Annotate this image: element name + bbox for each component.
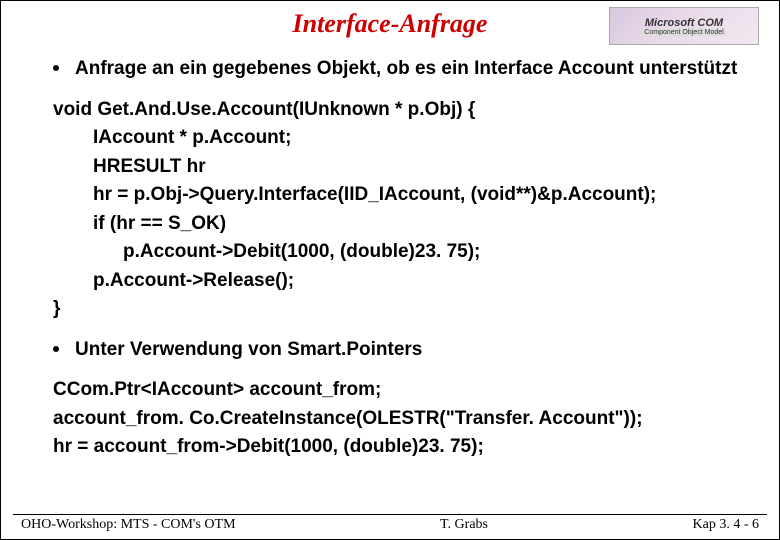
code-line: void Get.And.Use.Account(IUnknown * p.Ob… [53, 96, 749, 125]
code-block-2: CCom.Ptr<IAccount> account_from; account… [31, 376, 749, 462]
slide: Interface-Anfrage Microsoft COM Componen… [1, 1, 779, 539]
bullet-text-1: Anfrage an ein gegebenes Objekt, ob es e… [75, 57, 737, 82]
footer-left: OHO-Workshop: MTS - COM's OTM [21, 517, 236, 533]
code-line: CCom.Ptr<IAccount> account_from; [53, 376, 749, 405]
bullet-dot-icon [53, 65, 59, 71]
code-line: IAccount * p.Account; [53, 124, 749, 153]
code-block-1: void Get.And.Use.Account(IUnknown * p.Ob… [31, 96, 749, 324]
bullet-item-2: Unter Verwendung von Smart.Pointers [31, 338, 749, 363]
slide-footer: OHO-Workshop: MTS - COM's OTM T. Grabs K… [1, 517, 779, 533]
bullet-text-2: Unter Verwendung von Smart.Pointers [75, 338, 422, 363]
footer-divider [13, 514, 767, 515]
code-line: hr = p.Obj->Query.Interface(IID_IAccount… [53, 181, 749, 210]
code-line: account_from. Co.CreateInstance(OLESTR("… [53, 405, 749, 434]
com-logo: Microsoft COM Component Object Model [609, 7, 759, 45]
code-line: if (hr == S_OK) [53, 210, 749, 239]
code-line: hr = account_from->Debit(1000, (double)2… [53, 433, 749, 462]
bullet-item-1: Anfrage an ein gegebenes Objekt, ob es e… [31, 57, 749, 82]
bullet-dot-icon [53, 346, 59, 352]
code-line: } [53, 295, 749, 324]
code-line: HRESULT hr [53, 153, 749, 182]
footer-center: T. Grabs [440, 517, 488, 533]
code-line: p.Account->Debit(1000, (double)23. 75); [53, 238, 749, 267]
title-row: Interface-Anfrage Microsoft COM Componen… [31, 9, 749, 39]
footer-right: Kap 3. 4 - 6 [693, 517, 760, 533]
logo-text-top: Microsoft COM [645, 17, 723, 29]
code-line: p.Account->Release(); [53, 267, 749, 296]
logo-text-bottom: Component Object Model [642, 29, 725, 36]
